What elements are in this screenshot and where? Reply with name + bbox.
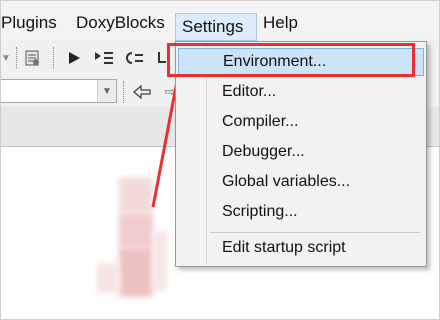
menu-bar: Plugins DoxyBlocks Settings Help <box>1 1 439 41</box>
blurred-region <box>153 231 167 291</box>
blurred-region <box>97 263 119 293</box>
menu-settings[interactable]: Settings <box>175 13 257 41</box>
target-combo[interactable]: ▼ <box>1 79 117 103</box>
annotation-highlight-box <box>167 43 415 77</box>
menu-separator <box>210 232 420 233</box>
menu-item-scripting[interactable]: Scripting... <box>178 198 424 226</box>
blurred-region <box>119 213 153 247</box>
menu-doxyblocks[interactable]: DoxyBlocks <box>70 11 171 35</box>
build-settings-icon[interactable] <box>21 47 43 69</box>
blurred-region <box>119 177 153 213</box>
toolbar-separator <box>53 47 56 69</box>
menu-item-edit-startup-script[interactable]: Edit startup script <box>178 234 424 262</box>
menu-item-debugger[interactable]: Debugger... <box>178 138 424 166</box>
menu-plugins[interactable]: Plugins <box>1 11 63 35</box>
menu-help[interactable]: Help <box>257 11 304 35</box>
toolbar-separator <box>123 81 126 103</box>
dropdown-arrow-icon[interactable]: ▼ <box>1 47 17 69</box>
ide-window: Plugins DoxyBlocks Settings Help ▼ ▼ ⇨ E… <box>0 0 440 320</box>
run-icon[interactable] <box>63 47 85 69</box>
toolbar-separator <box>16 47 19 69</box>
blurred-region <box>119 247 153 297</box>
step-into-icon[interactable] <box>93 47 115 69</box>
menu-item-editor[interactable]: Editor... <box>178 78 424 106</box>
menu-item-compiler[interactable]: Compiler... <box>178 108 424 136</box>
back-arrow-icon[interactable] <box>131 81 153 103</box>
menu-item-global-variables[interactable]: Global variables... <box>178 168 424 196</box>
step-out-icon[interactable] <box>123 47 145 69</box>
chevron-down-icon[interactable]: ▼ <box>97 80 116 102</box>
